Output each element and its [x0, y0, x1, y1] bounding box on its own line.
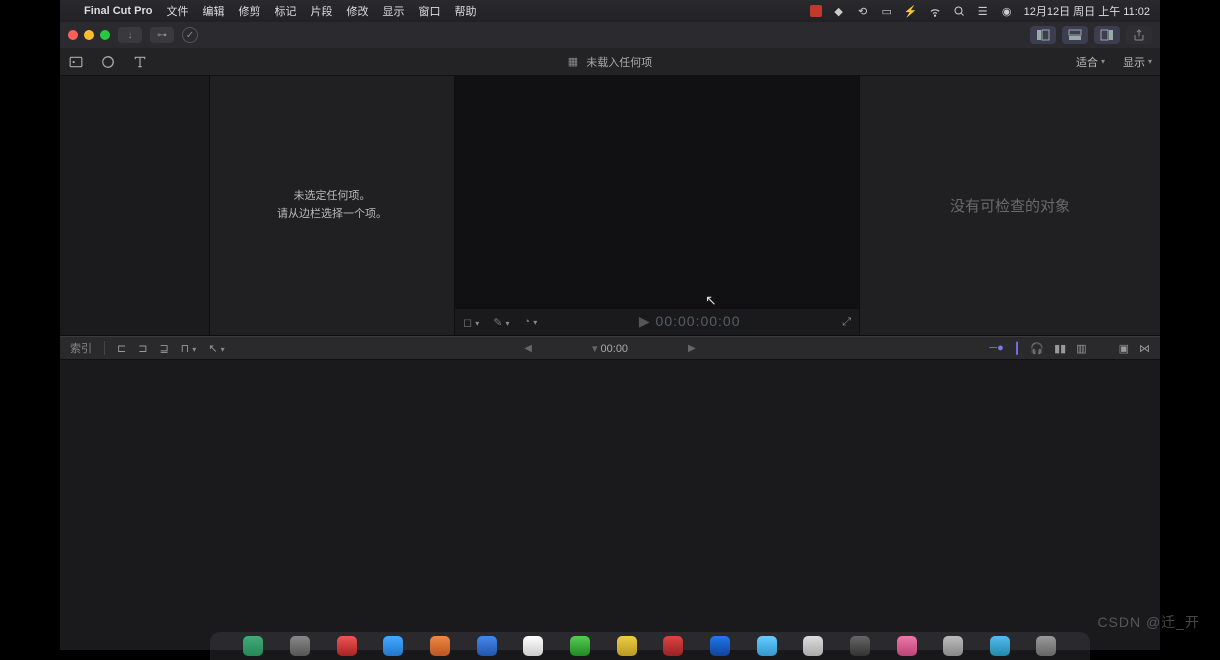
timeline-area[interactable] — [60, 360, 1160, 650]
browser-panel[interactable]: 未选定任何项。 请从边栏选择一个项。 — [210, 76, 455, 335]
menu-edit[interactable]: 编辑 — [202, 3, 224, 19]
timeline-index-button[interactable]: 索引 — [70, 340, 92, 356]
battery-icon[interactable]: ⚡ — [904, 4, 918, 18]
status-display-icon[interactable]: ▭ — [880, 4, 894, 18]
dock-item[interactable] — [243, 636, 263, 656]
status-app-icon[interactable]: ◆ — [832, 4, 846, 18]
connect-clip-icon[interactable]: ⊏ — [117, 342, 126, 355]
dock-item[interactable] — [337, 636, 357, 656]
browser-layout-button[interactable] — [1030, 26, 1056, 44]
dock-item[interactable] — [290, 636, 310, 656]
dock-item[interactable] — [943, 636, 963, 656]
separator — [104, 341, 105, 355]
share-button[interactable] — [1126, 26, 1152, 44]
viewer-display-menu[interactable]: 显示▾ — [1123, 54, 1152, 70]
dock-item[interactable] — [477, 636, 497, 656]
menu-modify[interactable]: 修改 — [346, 3, 368, 19]
zoom-window-button[interactable] — [100, 30, 110, 40]
photos-sidebar-icon[interactable] — [100, 54, 116, 70]
menu-window[interactable]: 窗口 — [418, 3, 440, 19]
background-tasks-button[interactable]: ✓ — [182, 27, 198, 43]
menu-view[interactable]: 显示 — [382, 3, 404, 19]
minimize-window-button[interactable] — [84, 30, 94, 40]
snapping-icon[interactable]: ▮▮ — [1054, 342, 1066, 355]
dock-item[interactable] — [570, 636, 590, 656]
timeline-center-time: 00:00 — [601, 343, 629, 355]
dock-item[interactable] — [1036, 636, 1056, 656]
macos-menubar: Final Cut Pro 文件 编辑 修剪 标记 片段 修改 显示 窗口 帮助… — [60, 0, 1160, 22]
retime-tool-icon[interactable]: ◔ ▾ — [524, 316, 538, 328]
secondary-toolbar: ▦ 未载入任何项 适合▾ 显示▾ — [60, 48, 1160, 76]
transform-tool-icon[interactable]: ◻ ▾ — [463, 316, 479, 329]
effects-browser-icon[interactable]: ▣ — [1119, 342, 1129, 355]
transitions-browser-icon[interactable]: ⋈ — [1139, 342, 1150, 355]
skimming-icon[interactable]: ─● — [989, 342, 1003, 354]
library-sidebar-icon[interactable] — [68, 54, 84, 70]
keyword-button[interactable]: ⊶ — [150, 27, 174, 43]
recording-indicator-icon[interactable] — [810, 5, 822, 17]
app-name[interactable]: Final Cut Pro — [84, 5, 152, 17]
inspector-panel[interactable]: 没有可检查的对象 — [860, 76, 1160, 335]
window-titlebar: ↓ ⊶ ✓ — [60, 22, 1160, 48]
wifi-icon[interactable] — [928, 4, 942, 18]
inspector-layout-button[interactable] — [1094, 26, 1120, 44]
viewer-media-icon: ▦ — [568, 55, 578, 68]
menu-help[interactable]: 帮助 — [454, 3, 476, 19]
dock-item[interactable] — [617, 636, 637, 656]
menu-file[interactable]: 文件 — [166, 3, 188, 19]
macos-dock[interactable] — [210, 632, 1090, 660]
color-tool-icon[interactable]: ✎ ▾ — [493, 316, 509, 329]
menu-mark[interactable]: 标记 — [274, 3, 296, 19]
menubar-clock[interactable]: 12月12日 周日 上午 11:02 — [1024, 3, 1150, 19]
titles-sidebar-icon[interactable] — [132, 54, 148, 70]
insert-clip-icon[interactable]: ⊐ — [138, 342, 147, 355]
audio-skimming-icon[interactable]: ┃ — [1014, 342, 1021, 355]
siri-icon[interactable]: ◉ — [1000, 4, 1014, 18]
control-center-icon[interactable]: ☰ — [976, 4, 990, 18]
viewer-zoom-menu[interactable]: 适合▾ — [1076, 54, 1105, 70]
search-icon[interactable] — [952, 4, 966, 18]
viewer-timecode: 00:00:00:00 — [656, 313, 741, 329]
solo-icon[interactable]: 🎧 — [1030, 342, 1044, 355]
dock-item[interactable] — [757, 636, 777, 656]
status-sync-icon[interactable]: ⟲ — [856, 4, 870, 18]
viewer-control-bar: ◻ ▾ ✎ ▾ ◔ ▾ ▶ 00:00:00:00 ⤢ — [455, 309, 859, 335]
app-window: ↓ ⊶ ✓ ▦ 未载入任何项 适合▾ 显示▾ — [60, 22, 1160, 650]
viewer-panel[interactable]: ◻ ▾ ✎ ▾ ◔ ▾ ▶ 00:00:00:00 ⤢ — [455, 76, 860, 335]
timeline-history-back-icon[interactable]: ◀ — [524, 343, 532, 354]
lanes-icon[interactable]: ▥ — [1076, 342, 1086, 355]
viewer-title: 未载入任何项 — [586, 54, 652, 70]
fullscreen-icon[interactable]: ⤢ — [842, 316, 851, 329]
dock-item[interactable] — [850, 636, 870, 656]
append-clip-icon[interactable]: ⊒ — [159, 342, 168, 355]
timeline-layout-button[interactable] — [1062, 26, 1088, 44]
dock-item[interactable] — [663, 636, 683, 656]
main-panels: 未选定任何项。 请从边栏选择一个项。 ◻ ▾ ✎ ▾ ◔ ▾ ▶ 00:00:0… — [60, 76, 1160, 336]
dock-item[interactable] — [710, 636, 730, 656]
dock-item[interactable] — [990, 636, 1010, 656]
browser-empty-line2: 请从边栏选择一个项。 — [277, 206, 387, 224]
timeline-history-forward-icon[interactable]: ▶ — [688, 343, 696, 354]
overwrite-clip-icon[interactable]: ⊓ ▾ — [181, 342, 197, 355]
watermark-text: CSDN @迁_开 — [1097, 612, 1200, 632]
library-sidebar[interactable] — [60, 76, 210, 335]
browser-empty-line1: 未选定任何项。 — [294, 188, 371, 206]
menu-trim[interactable]: 修剪 — [238, 3, 260, 19]
menu-clip[interactable]: 片段 — [310, 3, 332, 19]
tools-menu-icon[interactable]: ↖ ▾ — [208, 342, 224, 355]
dock-item[interactable] — [897, 636, 917, 656]
close-window-button[interactable] — [68, 30, 78, 40]
dock-item[interactable] — [383, 636, 403, 656]
import-button[interactable]: ↓ — [118, 27, 142, 43]
timeline-toolbar: 索引 ⊏ ⊐ ⊒ ⊓ ▾ ↖ ▾ ◀ ▾ 00:00 ▶ ─● ┃ 🎧 ▮▮ ▥… — [60, 336, 1160, 360]
dock-item[interactable] — [430, 636, 450, 656]
dock-item[interactable] — [803, 636, 823, 656]
dock-item[interactable] — [523, 636, 543, 656]
inspector-empty-msg: 没有可检查的对象 — [950, 195, 1070, 216]
